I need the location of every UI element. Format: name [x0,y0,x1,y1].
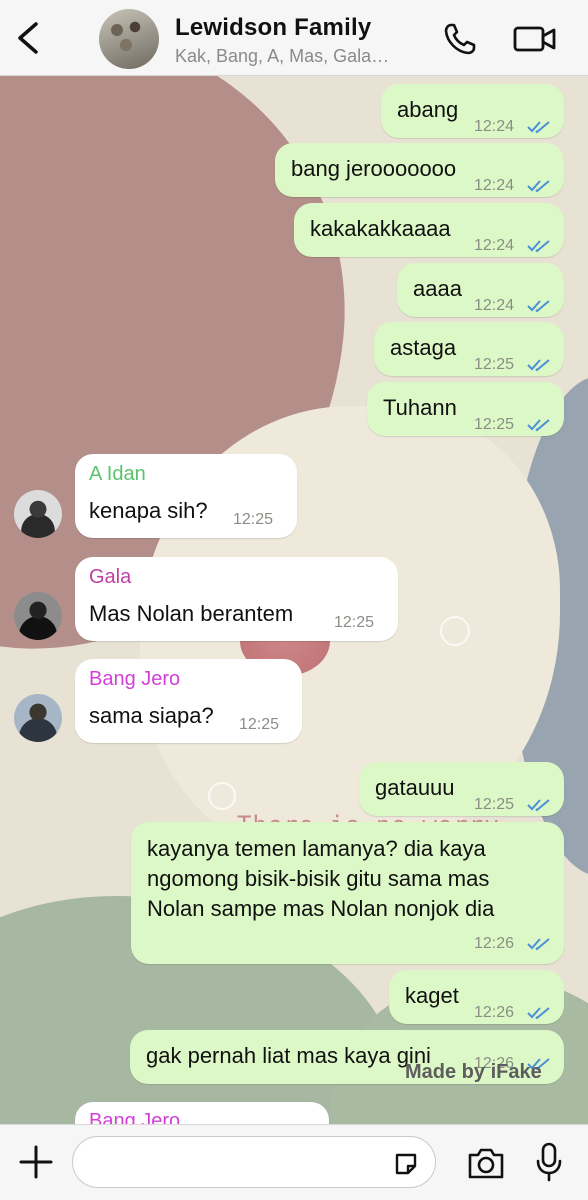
avatar-gala[interactable] [14,592,62,640]
camera-icon[interactable] [466,1145,506,1181]
message-text: aaaa [413,276,462,301]
message-bubble-outgoing[interactable]: kakakakkaaaa 12:24 [294,203,564,257]
message-bubble-incoming[interactable]: Gala Mas Nolan berantem 12:25 [75,557,398,641]
avatar-a-idan[interactable] [14,490,62,538]
double-check-icon [527,121,550,134]
message-time: 12:25 [233,511,274,528]
message-time: 12:24 [474,118,515,135]
message-text: gatauuu [375,775,455,800]
sender-name[interactable]: Bang Jero [89,668,180,691]
message-text: Mas Nolan berantem [89,601,294,626]
message-text: kenapa sih? [89,498,208,523]
chevron-left-icon[interactable] [14,20,44,56]
plus-icon[interactable] [17,1143,55,1181]
double-check-icon [527,419,550,432]
chat-header: Lewidson Family Kak, Bang, A, Mas, Gala… [0,0,588,76]
group-avatar[interactable] [99,9,159,69]
sticker-icon[interactable] [393,1151,419,1177]
message-bubble-outgoing[interactable]: aaaa 12:24 [397,263,564,317]
message-time: 12:25 [239,716,280,733]
sender-name[interactable]: Bang Jero [89,1110,180,1124]
double-check-icon [527,300,550,313]
message-bubble-outgoing[interactable]: kayanya temen lamanya? dia kaya ngomong … [131,822,564,964]
message-text: bang jerooooooo [291,156,457,181]
avatar-bang-jero[interactable] [14,694,62,742]
chat-area[interactable]: There is no worry abang 12:24 bang jeroo… [0,76,588,1124]
double-check-icon [527,240,550,253]
message-text: kakakakkaaaa [310,216,451,241]
message-bubble-incoming[interactable]: Bang Jero [75,1102,329,1124]
message-time: 12:24 [474,177,515,194]
message-text: abang [397,97,459,122]
message-time: 12:26 [474,935,515,952]
double-check-icon [527,180,550,193]
double-check-icon [527,938,550,951]
sender-name[interactable]: Gala [89,566,131,589]
video-camera-icon[interactable] [513,24,557,54]
double-check-icon [527,799,550,812]
wallpaper-bubble [440,616,470,646]
message-bubble-outgoing[interactable]: Tuhann 12:25 [367,382,564,436]
message-bubble-incoming[interactable]: A Idan kenapa sih? 12:25 [75,454,297,538]
microphone-icon[interactable] [534,1141,564,1183]
message-time: 12:24 [474,297,515,314]
sender-name[interactable]: A Idan [89,463,146,486]
message-text: Tuhann [383,395,457,420]
message-bubble-outgoing[interactable]: kaget 12:26 [389,970,564,1024]
message-text-line: Nolan sampe mas Nolan nonjok dia [147,896,495,921]
watermark: Made by iFake [405,1061,542,1083]
message-time: 12:25 [474,796,515,813]
double-check-icon [527,1007,550,1020]
message-bubble-outgoing[interactable]: gatauuu 12:25 [359,762,564,816]
compose-bar [0,1124,588,1200]
message-input[interactable] [72,1136,436,1188]
message-text: astaga [390,335,457,360]
message-bubble-outgoing[interactable]: astaga 12:25 [374,322,564,376]
phone-icon[interactable] [443,22,479,56]
message-text: gak pernah liat mas kaya gini [146,1043,431,1068]
message-text: sama siapa? [89,703,214,728]
double-check-icon [527,359,550,372]
message-text-line: kayanya temen lamanya? dia kaya [147,836,486,861]
message-text: kaget [405,983,459,1008]
wallpaper-bubble [208,782,236,810]
group-members[interactable]: Kak, Bang, A, Mas, Gala… [175,46,389,67]
message-time: 12:25 [474,416,515,433]
group-title[interactable]: Lewidson Family [175,14,371,42]
message-bubble-incoming[interactable]: Bang Jero sama siapa? 12:25 [75,659,302,743]
message-bubble-outgoing[interactable]: bang jerooooooo 12:24 [275,143,564,197]
message-time: 12:26 [474,1004,515,1021]
message-text-line: ngomong bisik-bisik gitu sama mas [147,866,490,891]
message-time: 12:25 [474,356,515,373]
message-time: 12:25 [334,614,375,631]
message-bubble-outgoing[interactable]: abang 12:24 [381,84,564,138]
message-time: 12:24 [474,237,515,254]
